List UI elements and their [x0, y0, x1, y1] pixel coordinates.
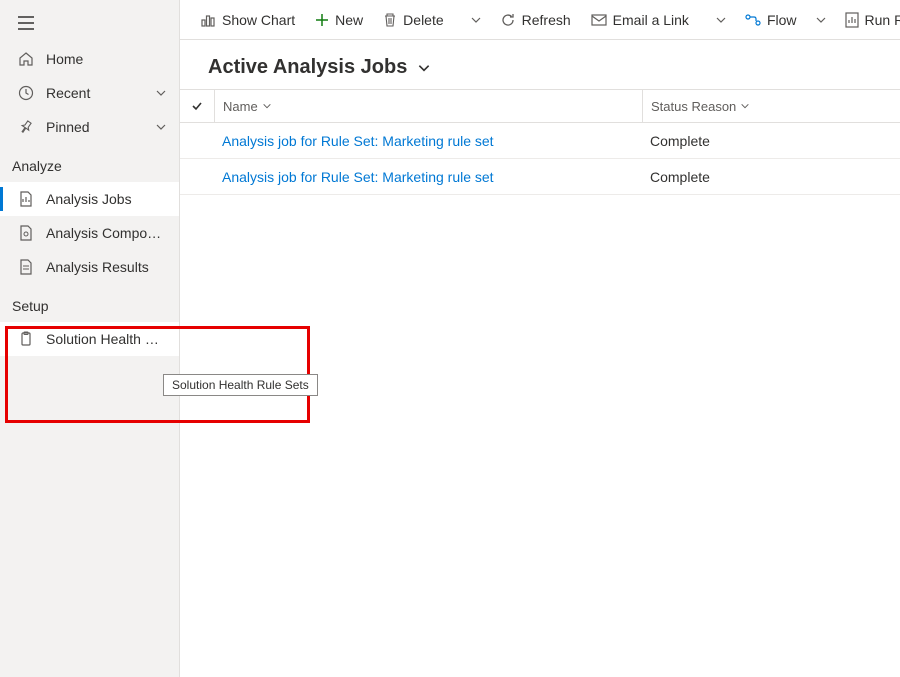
app-root: Home Recent Pinned Analyze An: [0, 0, 900, 677]
data-grid: Name Status Reason Analysis job for Rule…: [180, 89, 900, 195]
flow-dropdown[interactable]: [809, 4, 833, 36]
chevron-down-icon: [155, 87, 167, 99]
hamburger-icon: [18, 16, 167, 30]
button-label: Delete: [403, 12, 443, 28]
button-label: New: [335, 12, 363, 28]
table-header: Name Status Reason: [180, 89, 900, 123]
column-label: Status Reason: [651, 99, 736, 114]
sidebar-item-label: Recent: [46, 85, 155, 101]
command-bar: Show Chart New Delete: [180, 0, 900, 40]
button-label: Run Report: [865, 12, 900, 28]
sidebar-item-label: Analysis Jobs: [46, 191, 167, 207]
sidebar-item-label: Solution Health Rule ...: [46, 331, 167, 347]
hamburger-button[interactable]: [0, 8, 179, 42]
run-report-button[interactable]: Run Report: [837, 4, 900, 36]
chevron-down-icon: [155, 121, 167, 133]
button-label: Flow: [767, 12, 797, 28]
flow-button[interactable]: Flow: [737, 4, 805, 36]
refresh-icon: [500, 12, 516, 28]
clock-icon: [18, 85, 36, 101]
delete-button[interactable]: Delete: [375, 4, 451, 36]
new-button[interactable]: New: [307, 4, 371, 36]
sidebar-item-label: Home: [46, 51, 167, 67]
pin-icon: [18, 119, 36, 135]
show-chart-button[interactable]: Show Chart: [192, 4, 303, 36]
column-header-name[interactable]: Name: [214, 90, 642, 122]
status-cell: Complete: [642, 133, 900, 149]
delete-dropdown[interactable]: [464, 4, 488, 36]
sidebar-item-analysis-jobs[interactable]: Analysis Jobs: [0, 182, 179, 216]
chevron-down-icon: [417, 61, 431, 75]
table-row[interactable]: Analysis job for Rule Set: Marketing rul…: [180, 159, 900, 195]
document-icon: [18, 259, 36, 275]
document-gear-icon: [18, 225, 36, 241]
chart-icon: [200, 12, 216, 28]
select-all-checkbox[interactable]: [180, 100, 214, 112]
sidebar-item-home[interactable]: Home: [0, 42, 179, 76]
refresh-button[interactable]: Refresh: [492, 4, 579, 36]
sidebar: Home Recent Pinned Analyze An: [0, 0, 180, 677]
button-label: Email a Link: [613, 12, 689, 28]
sidebar-section-setup: Setup: [0, 284, 179, 322]
report-icon: [845, 12, 859, 28]
sidebar-item-analysis-components[interactable]: Analysis Components: [0, 216, 179, 250]
sidebar-item-label: Analysis Components: [46, 225, 167, 241]
flow-icon: [745, 13, 761, 27]
trash-icon: [383, 12, 397, 28]
sidebar-item-pinned[interactable]: Pinned: [0, 110, 179, 144]
sidebar-item-recent[interactable]: Recent: [0, 76, 179, 110]
plus-icon: [315, 13, 329, 27]
mail-icon: [591, 13, 607, 27]
status-cell: Complete: [642, 169, 900, 185]
sidebar-item-label: Analysis Results: [46, 259, 167, 275]
sidebar-item-label: Pinned: [46, 119, 155, 135]
document-chart-icon: [18, 191, 36, 207]
view-title: Active Analysis Jobs: [208, 56, 407, 79]
view-header[interactable]: Active Analysis Jobs: [180, 40, 900, 89]
button-label: Show Chart: [222, 12, 295, 28]
clipboard-icon: [18, 331, 36, 347]
column-label: Name: [223, 99, 258, 114]
column-header-status[interactable]: Status Reason: [642, 90, 900, 122]
main-content: Show Chart New Delete: [180, 0, 900, 677]
table-row[interactable]: Analysis job for Rule Set: Marketing rul…: [180, 123, 900, 159]
sidebar-item-analysis-results[interactable]: Analysis Results: [0, 250, 179, 284]
home-icon: [18, 51, 36, 67]
tooltip: Solution Health Rule Sets: [163, 374, 318, 396]
record-link[interactable]: Analysis job for Rule Set: Marketing rul…: [214, 133, 642, 149]
email-link-button[interactable]: Email a Link: [583, 4, 697, 36]
record-link[interactable]: Analysis job for Rule Set: Marketing rul…: [214, 169, 642, 185]
sidebar-item-solution-health[interactable]: Solution Health Rule ...: [0, 322, 179, 356]
sidebar-section-analyze: Analyze: [0, 144, 179, 182]
email-dropdown[interactable]: [709, 4, 733, 36]
button-label: Refresh: [522, 12, 571, 28]
